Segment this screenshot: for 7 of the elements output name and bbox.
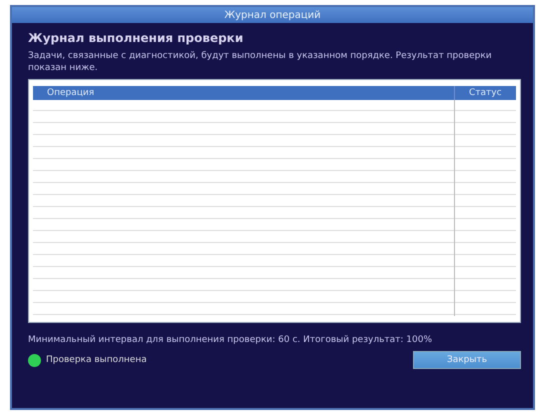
close-button[interactable]: Закрыть <box>413 351 521 369</box>
column-header: Операция <box>46 87 96 100</box>
heading: Журнал выполнения проверки <box>28 31 244 45</box>
description: Задачи, связанные с диагностикой, будут выполнены в указанном порядке. Результат проверки показан ниже. <box>28 50 493 74</box>
status-text: Проверка выполнена <box>46 355 147 365</box>
window-title: Журнал операций <box>12 7 533 23</box>
summary-text: Минимальный интервал для выполнения проверки: 60 с. Итоговый результат: 100% <box>28 334 433 346</box>
